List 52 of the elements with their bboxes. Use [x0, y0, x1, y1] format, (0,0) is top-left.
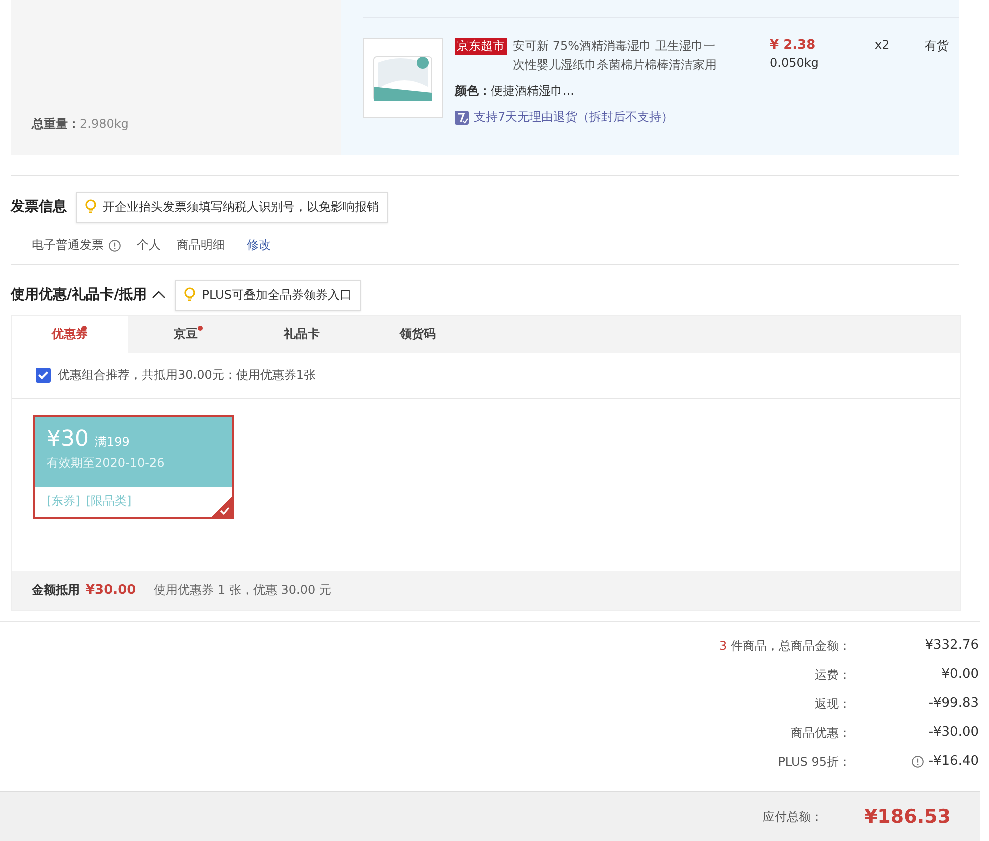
- invoice-type: 电子普通发票: [32, 237, 104, 254]
- total-label: 返现：: [815, 696, 851, 713]
- caret-icon[interactable]: [152, 290, 166, 300]
- coupon-tag: [东券]: [47, 493, 80, 511]
- tooltip-text: 开企业抬头发票须填写纳税人识别号，以免影响报销: [103, 198, 379, 216]
- item-weight: 0.050kg: [770, 56, 820, 70]
- item-price: ¥ 2.38: [770, 38, 817, 53]
- deduction-amount: ¥30.00: [86, 583, 136, 598]
- section-title: 发票信息: [11, 198, 67, 216]
- tooltip-text: PLUS可叠加全品券领券入口: [202, 286, 352, 304]
- total-label: PLUS 95折：: [778, 754, 851, 771]
- weight-label: 总重量：: [32, 117, 80, 131]
- invoice-field: 商品明细: [177, 237, 225, 254]
- coupon-threshold: 满199: [95, 435, 130, 449]
- deduction-label: 金额抵用: [32, 582, 80, 599]
- coupon-tag: [限品类]: [86, 493, 132, 511]
- lightbulb-icon: [85, 199, 97, 215]
- tab[interactable]: 领货码: [360, 316, 476, 353]
- return-policy: 支持7天无理由退货（拆封后不支持）: [474, 109, 674, 126]
- total-value: -¥99.83: [928, 696, 979, 711]
- coupon-validity: 有效期至2020-10-26: [47, 455, 166, 472]
- product-image[interactable]: [363, 38, 443, 118]
- total-value: ¥332.76: [925, 638, 979, 653]
- payable-label: 应付总额：: [763, 808, 823, 826]
- lightbulb-icon: [184, 287, 196, 303]
- section-title: 使用优惠/礼品卡/抵用: [11, 286, 148, 304]
- tab[interactable]: 礼品卡: [244, 316, 360, 353]
- info-icon[interactable]: [109, 240, 121, 252]
- stock-status: 有货: [925, 38, 949, 55]
- return-badge-icon: [455, 110, 469, 124]
- total-value: -¥16.40: [928, 754, 979, 769]
- total-value: -¥30.00: [928, 725, 979, 740]
- deduction-note: 使用优惠券 1 张，优惠 30.00 元: [154, 582, 332, 599]
- spec-value: 便捷酒精湿巾...: [491, 84, 574, 98]
- total-label: 运费：: [815, 667, 851, 684]
- total-label: 3 件商品，总商品金额：: [720, 638, 851, 655]
- coupon-amount: ¥30: [47, 427, 89, 452]
- edit-link[interactable]: 修改: [247, 237, 271, 254]
- shop-tag: 京东超市: [455, 38, 507, 55]
- item-quantity: x2: [875, 38, 891, 54]
- checkbox[interactable]: [36, 368, 51, 383]
- payable-amount: ¥186.53: [863, 806, 951, 828]
- recommend-label: 优惠组合推荐，共抵用30.00元：使用优惠券1张: [58, 367, 316, 384]
- total-label: 商品优惠：: [791, 725, 851, 742]
- weight-value: 2.980kg: [80, 117, 129, 131]
- total-value: ¥0.00: [942, 667, 979, 682]
- selected-check-icon: [212, 497, 232, 517]
- spec-label: 颜色：: [455, 84, 491, 98]
- invoice-field: 个人: [137, 237, 161, 254]
- tab[interactable]: 京豆: [128, 316, 244, 353]
- product-name[interactable]: 安可新 75%酒精消毒湿巾 卫生湿巾一次性婴儿湿纸巾杀菌棉片棉棒清洁家用: [513, 37, 725, 75]
- info-icon[interactable]: [912, 756, 924, 768]
